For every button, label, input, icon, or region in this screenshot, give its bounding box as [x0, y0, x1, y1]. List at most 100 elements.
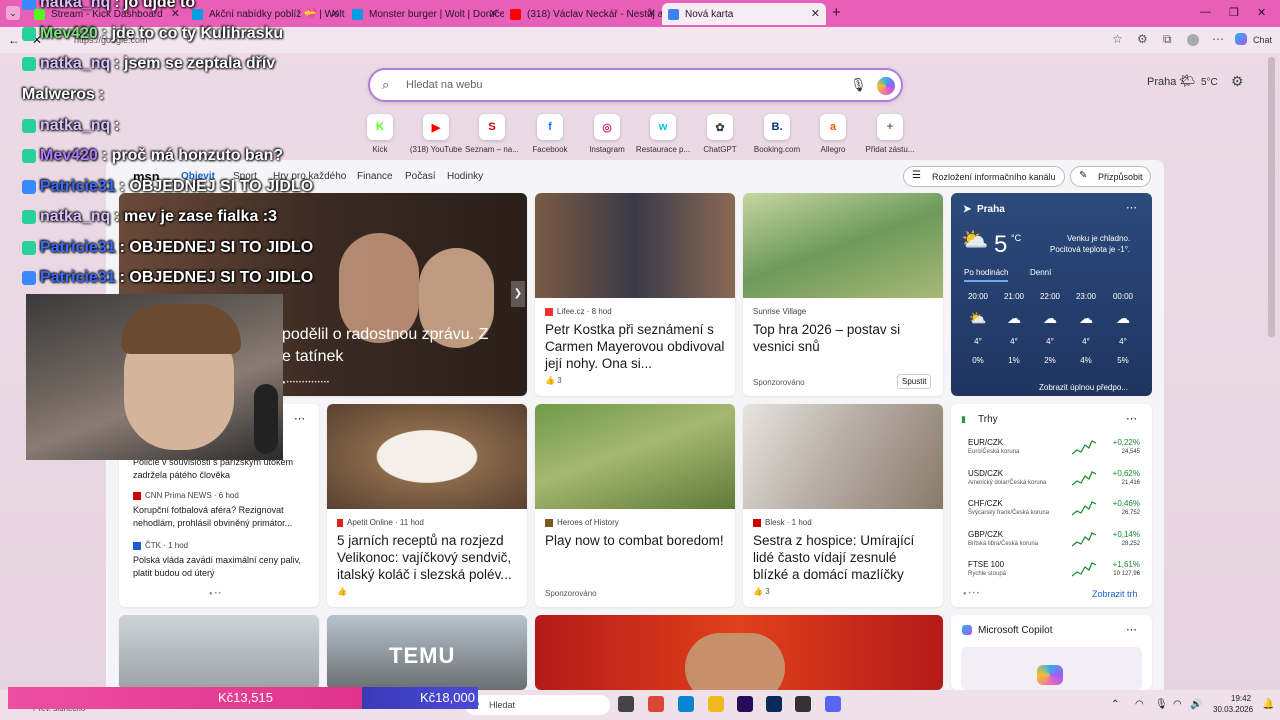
news-card[interactable]: [119, 615, 319, 690]
close-icon[interactable]: ✕: [331, 7, 340, 20]
new-tab-button[interactable]: +: [832, 4, 841, 21]
market-row[interactable]: CHF/CZK Švýcarský frank/Česká koruna +0,46…: [968, 499, 1140, 527]
maximize-icon[interactable]: ❐: [1229, 6, 1239, 19]
quicklink-8[interactable]: B. Booking.com: [747, 114, 807, 154]
carousel-dots[interactable]: ●••••••••••••••: [282, 380, 330, 386]
news-title[interactable]: 5 jarních receptů na rozjezd Velikonoc: …: [337, 532, 522, 583]
search-box[interactable]: ⌕ Hledat na webu 🎙: [368, 68, 903, 102]
tab-hodinky[interactable]: Hodinky: [447, 171, 483, 182]
tab-wolt-offers[interactable]: Akční nabídky poblíž 💝 | Wolt ✕: [186, 3, 346, 25]
settings-icon[interactable]: ⚙: [1231, 73, 1244, 90]
minimize-icon[interactable]: —: [1200, 6, 1211, 18]
quicklink-2[interactable]: ▶ (318) YouTube: [406, 114, 466, 154]
header-temp[interactable]: 5°C: [1201, 77, 1218, 88]
avatar[interactable]: [1187, 34, 1199, 46]
news-card[interactable]: Blesk · 1 hod Sestra z hospice: Umírajíc…: [743, 404, 943, 607]
quicklink-3[interactable]: S Seznam – na...: [462, 114, 522, 154]
weather-city[interactable]: Praha: [977, 204, 1005, 215]
scrollbar[interactable]: [1268, 57, 1275, 337]
photoshop-icon[interactable]: [766, 696, 782, 712]
clock-date[interactable]: 30.03.2026: [1213, 705, 1253, 714]
likes-count[interactable]: 👍 3: [545, 376, 562, 385]
news-title[interactable]: Sestra z hospice: Umírající lidé často v…: [753, 532, 935, 583]
weather-more-link[interactable]: Zobrazit úplnou předpo...: [1039, 383, 1128, 392]
microphone-icon[interactable]: 🎙: [850, 77, 867, 93]
quicklink-9[interactable]: a Allegro: [803, 114, 863, 154]
volume-icon[interactable]: 🔊: [1190, 699, 1202, 710]
more-icon[interactable]: ⋯: [1126, 201, 1137, 214]
quicklink-5[interactable]: ◎ Instagram: [577, 114, 637, 154]
market-row[interactable]: EUR/CZK Euro/Česká koruna +0,22% 24,545: [968, 438, 1140, 466]
play-button[interactable]: Spustit: [897, 374, 932, 389]
chevron-up-icon[interactable]: ⌃: [1111, 699, 1119, 710]
more-icon[interactable]: ⋯: [1126, 623, 1137, 636]
edge-icon[interactable]: [678, 696, 694, 712]
more-icon[interactable]: ⋯: [1212, 32, 1224, 46]
tab-pocasi[interactable]: Počasí: [405, 171, 436, 182]
news-card[interactable]: Apetit Online · 11 hod 5 jarních receptů…: [327, 404, 527, 607]
quicklink-4[interactable]: f Facebook: [520, 114, 580, 154]
more-icon[interactable]: ⋯: [294, 412, 305, 425]
search-input[interactable]: Hledat na webu: [406, 79, 482, 91]
copilot-widget[interactable]: Microsoft Copilot ⋯: [951, 615, 1152, 690]
copilot-title[interactable]: Microsoft Copilot: [978, 625, 1052, 636]
taskbar-search[interactable]: [465, 695, 610, 715]
quicklink-7[interactable]: ✿ ChatGPT: [690, 114, 750, 154]
news-card[interactable]: [535, 615, 943, 690]
collections-icon[interactable]: ⧉: [1163, 32, 1172, 47]
market-row[interactable]: FTSE 100 Rychle stoupá +1,61% 10 127,96: [968, 560, 1140, 588]
news-title[interactable]: Play now to combat boredom!: [545, 532, 727, 549]
sponsored-card[interactable]: Sunrise Village Top hra 2026 – postav si…: [743, 193, 943, 396]
close-icon[interactable]: ✕: [489, 7, 498, 20]
pager-dots[interactable]: ●••: [209, 591, 223, 597]
star-icon[interactable]: ☆: [1112, 32, 1123, 46]
more-icon[interactable]: ⋯: [1126, 412, 1137, 425]
list-item[interactable]: Korupční fotbalová aféra? Rezignovat neh…: [133, 504, 313, 530]
tab-new-tab[interactable]: Nová karta ✕: [662, 3, 826, 25]
task-view-icon[interactable]: [618, 696, 634, 712]
carousel-next-button[interactable]: ❯: [511, 281, 525, 307]
extensions-icon[interactable]: ⚙: [1137, 32, 1148, 46]
sponsored-card[interactable]: Heroes of History Play now to combat bor…: [535, 404, 735, 607]
tab-daily[interactable]: Denní: [1030, 268, 1051, 277]
tab-youtube[interactable]: (318) Václav Neckář - Nestůj a po✕: [504, 3, 662, 25]
pager-dots[interactable]: ●•••: [963, 591, 981, 597]
markets-more-link[interactable]: Zobrazit trh: [1092, 589, 1138, 599]
clock-time[interactable]: 19:42: [1231, 694, 1251, 703]
premiere-icon[interactable]: [737, 696, 753, 712]
quicklink-6[interactable]: w Restaurace p...: [633, 114, 693, 154]
notifications-icon[interactable]: 🔔: [1262, 699, 1274, 710]
microphone-icon[interactable]: 🎙: [1155, 699, 1168, 710]
close-icon[interactable]: ✕: [647, 7, 656, 20]
likes-count[interactable]: 👍 3: [753, 587, 770, 596]
chrome-icon[interactable]: [648, 696, 664, 712]
news-title[interactable]: Petr Kostka při seznámení s Carmen Mayer…: [545, 321, 727, 372]
hero-title[interactable]: podělil o radostnou zprávu. Z: [282, 326, 488, 344]
tab-menu-button[interactable]: ⌄: [6, 6, 20, 20]
market-row[interactable]: USD/CZK Americký dolar/Česká koruna +0,62%…: [968, 469, 1140, 497]
explorer-icon[interactable]: [708, 696, 724, 712]
like-icon[interactable]: 👍: [337, 587, 347, 596]
copilot-icon[interactable]: [877, 77, 895, 95]
news-card[interactable]: Lifee.cz · 8 hod Petr Kostka při seznáme…: [535, 193, 735, 396]
tab-hourly[interactable]: Po hodinách: [964, 268, 1009, 282]
taskbar-search-input[interactable]: Hledat: [489, 700, 515, 710]
list-item[interactable]: Polská vláda zavádí maximální ceny paliv…: [133, 554, 308, 580]
quicklink-1[interactable]: K Kick: [350, 114, 410, 154]
tab-wolt-burger[interactable]: Monster burger | Wolt | Doručení ✕: [346, 3, 504, 25]
layout-button[interactable]: Rozložení informačního kanálu: [903, 166, 1065, 187]
discord-icon[interactable]: [825, 696, 841, 712]
tab-finance[interactable]: Finance: [357, 171, 393, 182]
close-window-icon[interactable]: ✕: [1257, 6, 1266, 19]
news-card[interactable]: TEMU: [327, 615, 527, 690]
news-title[interactable]: Top hra 2026 – postav si vesnici snů: [753, 321, 935, 355]
copilot-icon[interactable]: [1235, 33, 1247, 45]
quicklink-10[interactable]: + Přidat zástu...: [860, 114, 920, 154]
close-icon[interactable]: ✕: [811, 7, 820, 20]
markets-title[interactable]: Trhy: [978, 414, 998, 425]
header-city[interactable]: Praha: [1147, 76, 1176, 88]
market-row[interactable]: GBP/CZK Britská libra/Česká koruna +0,14% 2…: [968, 530, 1140, 558]
network-icon[interactable]: ◠: [1135, 699, 1144, 710]
hero-title-2[interactable]: e tatínek: [282, 348, 343, 366]
chat-label[interactable]: Chat: [1253, 35, 1272, 45]
